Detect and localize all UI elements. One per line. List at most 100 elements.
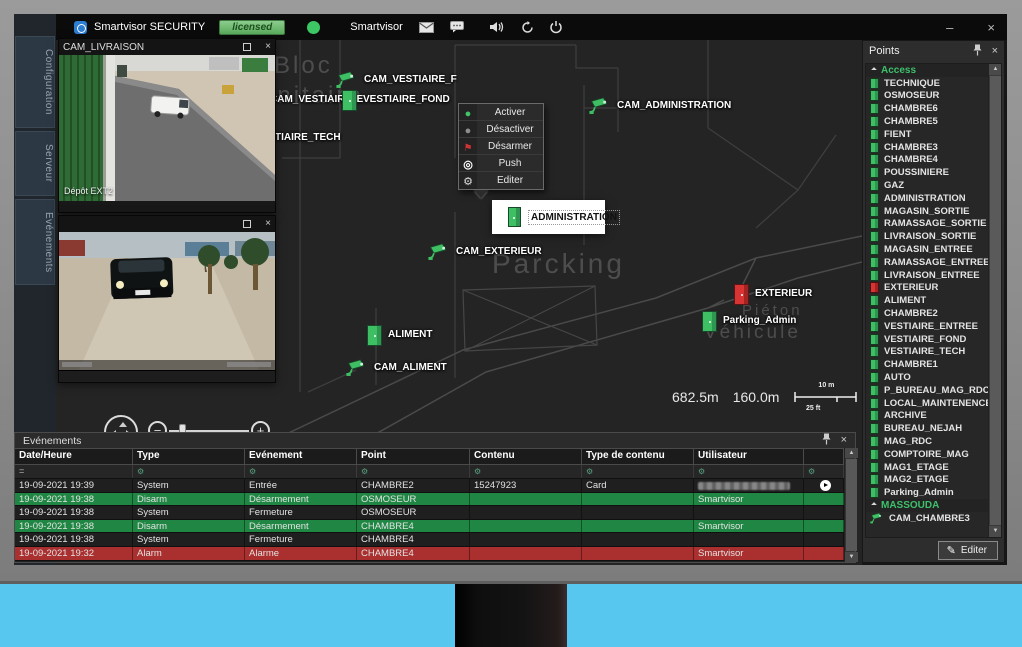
context-menu-item[interactable]: Push: [459, 155, 543, 172]
points-list-item[interactable]: ALIMENT: [866, 294, 988, 307]
points-list-item[interactable]: CHAMBRE6: [866, 102, 988, 115]
filter-cell[interactable]: =: [15, 465, 133, 478]
filter-cell[interactable]: [694, 465, 804, 478]
map-point-marker[interactable]: VESTIAIRE_FOND: [342, 90, 450, 111]
play-button[interactable]: [820, 480, 831, 491]
points-list-item[interactable]: EXTERIEUR: [866, 282, 988, 295]
events-scrollbar[interactable]: ▲ ▼: [844, 448, 855, 562]
points-list-item[interactable]: POUSSINIERE: [866, 166, 988, 179]
filter-cell[interactable]: [470, 465, 582, 478]
points-list-item[interactable]: LOCAL_MAINTENENCE: [866, 397, 988, 410]
sidebar-tab[interactable]: Serveur: [15, 131, 55, 196]
points-list-item[interactable]: MAG2_ETAGE: [866, 474, 988, 487]
selected-point-box[interactable]: ADMINISTRATION: [492, 200, 605, 234]
points-list-item[interactable]: GAZ: [866, 179, 988, 192]
points-list-item[interactable]: CHAMBRE4: [866, 154, 988, 167]
sidebar-tab[interactable]: Evénements: [15, 199, 55, 286]
table-row[interactable]: 19-09-2021 19:38 System Fermeture OSMOSE…: [15, 506, 844, 520]
points-list-item[interactable]: MAG_RDC: [866, 435, 988, 448]
column-header[interactable]: Point: [357, 449, 470, 464]
points-list-item[interactable]: CHAMBRE1: [866, 358, 988, 371]
points-list-item[interactable]: OSMOSEUR: [866, 90, 988, 103]
column-header[interactable]: Type de contenu: [582, 449, 694, 464]
collapse-arrow-icon[interactable]: [871, 68, 877, 74]
points-list-item[interactable]: RAMASSAGE_ENTREE: [866, 256, 988, 269]
pin-icon[interactable]: [973, 44, 982, 59]
points-list-item[interactable]: MASSOUDA: [866, 499, 988, 512]
scroll-down-icon[interactable]: ▼: [989, 526, 1002, 537]
points-list-item[interactable]: CHAMBRE3: [866, 141, 988, 154]
points-list-item[interactable]: Parking_Admin: [866, 486, 988, 499]
column-header[interactable]: Contenu: [470, 449, 582, 464]
scrollbar-thumb[interactable]: [990, 76, 1001, 525]
points-list-item[interactable]: CHAMBRE2: [866, 307, 988, 320]
points-list-item[interactable]: VESTIAIRE_ENTREE: [866, 320, 988, 333]
minimize-button[interactable]: –: [946, 21, 953, 34]
table-row[interactable]: 19-09-2021 19:38 System Fermeture CHAMBR…: [15, 533, 844, 547]
points-list-item[interactable]: Access: [866, 64, 988, 77]
points-list-item[interactable]: MAG1_ETAGE: [866, 461, 988, 474]
points-list-item[interactable]: RAMASSAGE_SORTIE: [866, 218, 988, 231]
table-row[interactable]: 19-09-2021 19:38 Disarm Désarmement CHAM…: [15, 520, 844, 534]
camera-window-titlebar[interactable]: CAM_LIVRAISON ×: [59, 39, 275, 55]
column-header[interactable]: Evénement: [245, 449, 357, 464]
points-list-item[interactable]: LIVRAISON_ENTREE: [866, 269, 988, 282]
map-point-marker[interactable]: CAM_ADMINISTRATION: [589, 96, 731, 115]
close-icon[interactable]: ×: [265, 42, 271, 52]
close-icon[interactable]: ×: [265, 219, 271, 229]
map-point-marker[interactable]: Parking_Admin: [702, 311, 796, 332]
filter-cell[interactable]: [133, 465, 245, 478]
chat-icon[interactable]: [450, 21, 464, 33]
filter-cell[interactable]: [357, 465, 470, 478]
column-header[interactable]: Type: [133, 449, 245, 464]
points-list-item[interactable]: P_BUREAU_MAG_RDC: [866, 384, 988, 397]
points-list-item[interactable]: CHAMBRE5: [866, 115, 988, 128]
column-header[interactable]: Date/Heure: [15, 449, 133, 464]
table-row[interactable]: 19-09-2021 19:39 System Entrée CHAMBRE2 …: [15, 479, 844, 493]
maximize-icon[interactable]: [243, 43, 251, 51]
scroll-up-icon[interactable]: ▲: [989, 64, 1002, 75]
map-point-marker[interactable]: CAM_EXTERIEUR: [428, 242, 542, 261]
scroll-down-icon[interactable]: ▼: [845, 552, 858, 562]
map-point-marker[interactable]: CAM_ALIMENT: [346, 358, 447, 377]
points-list-item[interactable]: COMPTOIRE_MAG: [866, 448, 988, 461]
points-list-item[interactable]: TECHNIQUE: [866, 77, 988, 90]
points-list-item[interactable]: VESTIAIRE_TECH: [866, 346, 988, 359]
map-point-marker[interactable]: ALIMENT: [367, 325, 432, 346]
close-icon[interactable]: ×: [992, 46, 998, 57]
close-icon[interactable]: ×: [841, 435, 847, 446]
context-menu-item[interactable]: Désactiver: [459, 121, 543, 138]
context-menu-item[interactable]: Editer: [459, 172, 543, 189]
camera-window-titlebar[interactable]: ×: [59, 216, 275, 232]
pin-icon[interactable]: [822, 433, 831, 448]
volume-icon[interactable]: [490, 21, 505, 33]
edit-button[interactable]: ✎ Editer: [938, 541, 998, 560]
points-list-item[interactable]: MAGASIN_SORTIE: [866, 205, 988, 218]
context-menu-item[interactable]: Activer: [459, 104, 543, 121]
points-list-item[interactable]: MAGASIN_ENTREE: [866, 243, 988, 256]
map-point-marker[interactable]: CAM_VESTIAIRE_F: [336, 70, 457, 89]
points-list-item[interactable]: AUTO: [866, 371, 988, 384]
filter-cell[interactable]: [804, 465, 844, 478]
close-button[interactable]: ×: [987, 21, 995, 34]
points-list-item[interactable]: VESTIAIRE_FOND: [866, 333, 988, 346]
points-list-item[interactable]: BUREAU_NEJAH: [866, 422, 988, 435]
filter-cell[interactable]: [245, 465, 357, 478]
maximize-icon[interactable]: [243, 220, 251, 228]
map-point-marker[interactable]: EXTERIEUR: [734, 284, 812, 305]
table-row[interactable]: 19-09-2021 19:32 Alarm Alarme CHAMBRE4 S…: [15, 547, 844, 561]
table-row[interactable]: 19-09-2021 19:38 Disarm Désarmement OSMO…: [15, 493, 844, 507]
column-header[interactable]: Utilisateur: [694, 449, 804, 464]
points-list-item[interactable]: ARCHIVE: [866, 410, 988, 423]
refresh-icon[interactable]: [521, 21, 534, 34]
filter-cell[interactable]: [582, 465, 694, 478]
points-list-item[interactable]: FIENT: [866, 128, 988, 141]
scrollbar-thumb[interactable]: [846, 459, 857, 551]
points-scrollbar[interactable]: ▲ ▼: [988, 64, 1001, 537]
collapse-arrow-icon[interactable]: [871, 503, 877, 509]
points-list-item[interactable]: LIVRAISON_SORTIE: [866, 230, 988, 243]
mail-icon[interactable]: [419, 22, 434, 33]
context-menu-item[interactable]: Désarmer: [459, 138, 543, 155]
column-header[interactable]: [804, 449, 844, 464]
scroll-up-icon[interactable]: ▲: [845, 448, 858, 458]
